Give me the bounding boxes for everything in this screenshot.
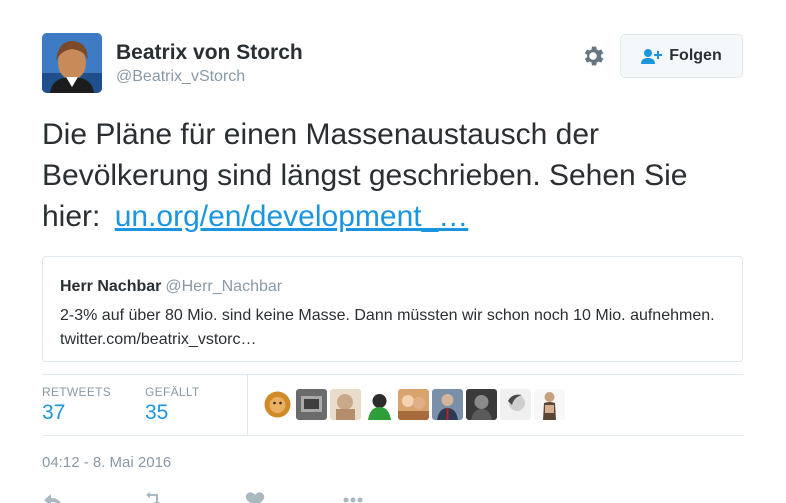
- quoted-tweet-header: Herr Nachbar @Herr_Nachbar: [60, 278, 282, 296]
- divider-top: [42, 374, 743, 375]
- liker-avatar[interactable]: [500, 389, 531, 420]
- stats-separator: [247, 374, 248, 435]
- retweet-icon[interactable]: [142, 492, 164, 503]
- reply-icon[interactable]: [42, 492, 64, 503]
- likes-count[interactable]: 35: [145, 401, 168, 425]
- more-icon[interactable]: [342, 492, 364, 503]
- liker-avatar[interactable]: [432, 389, 463, 420]
- liker-avatars: [262, 389, 565, 420]
- retweets-label: RETWEETS: [42, 385, 112, 399]
- tweet-timestamp[interactable]: 04:12 - 8. Mai 2016: [42, 454, 171, 471]
- author-name[interactable]: Beatrix von Storch: [116, 41, 303, 65]
- liker-avatar[interactable]: [534, 389, 565, 420]
- follow-label: Folgen: [669, 47, 722, 64]
- liker-avatar[interactable]: [296, 389, 327, 420]
- liker-avatar[interactable]: [466, 389, 497, 420]
- tweet-permalink: Beatrix von Storch @Beatrix_vStorch Folg…: [0, 0, 786, 503]
- author-avatar[interactable]: [42, 33, 102, 93]
- like-icon[interactable]: [244, 492, 266, 503]
- quoted-author-handle: @Herr_Nachbar: [165, 278, 283, 295]
- add-user-icon: [641, 48, 663, 64]
- liker-avatar[interactable]: [398, 389, 429, 420]
- likes-label: GEFÄLLT: [145, 385, 200, 399]
- liker-avatar[interactable]: [262, 389, 293, 420]
- quoted-tweet-text: 2-3% auf über 80 Mio. sind keine Masse. …: [60, 307, 715, 348]
- retweets-count[interactable]: 37: [42, 401, 65, 425]
- liker-avatar[interactable]: [364, 389, 395, 420]
- follow-button[interactable]: Folgen: [620, 34, 743, 78]
- quoted-tweet[interactable]: Herr Nachbar @Herr_Nachbar 2-3% auf über …: [42, 256, 743, 362]
- divider-bottom: [42, 435, 743, 436]
- liker-avatar[interactable]: [330, 389, 361, 420]
- tweet-text: Die Pläne für einen Massenaustausch der …: [42, 114, 732, 237]
- tweet-link[interactable]: un.org/en/development_…: [115, 200, 469, 233]
- author-handle[interactable]: @Beatrix_vStorch: [116, 68, 245, 86]
- quoted-author-name: Herr Nachbar: [60, 278, 162, 295]
- gear-icon[interactable]: [580, 43, 606, 69]
